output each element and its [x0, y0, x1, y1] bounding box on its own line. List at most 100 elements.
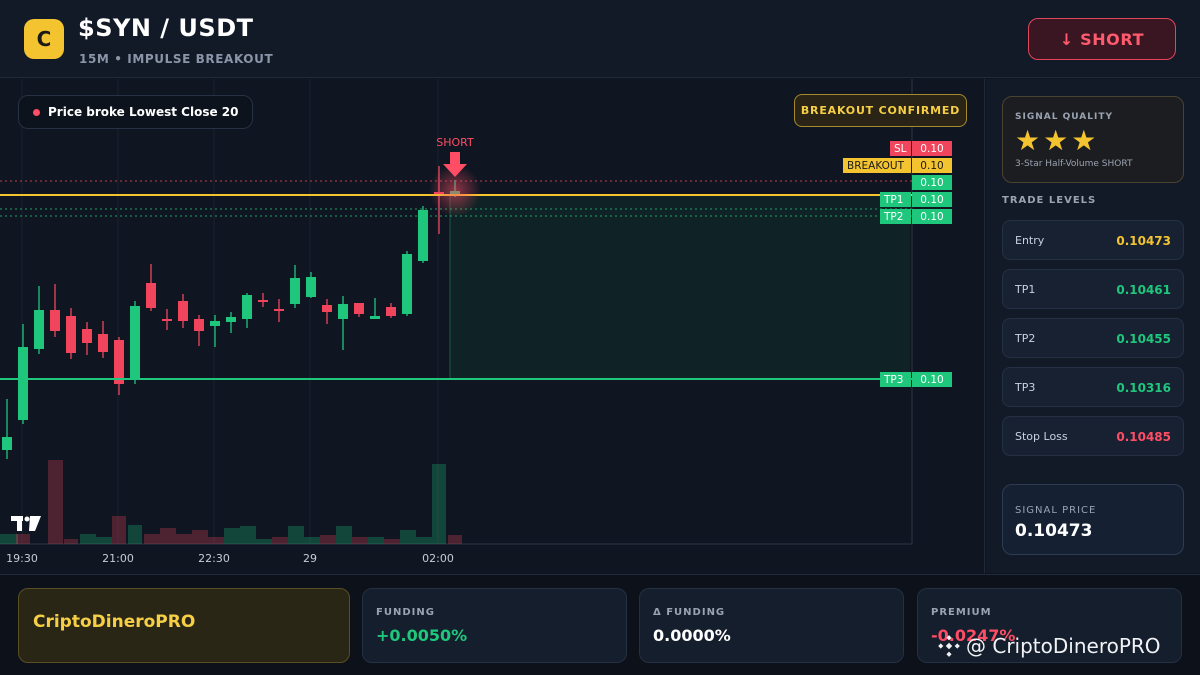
watermark-text: @ CriptoDineroPRO — [966, 634, 1161, 658]
level-name: TP3 — [1015, 381, 1036, 394]
alert-dot-icon — [33, 108, 40, 116]
signal-price-label: SIGNAL PRICE — [1015, 505, 1097, 516]
volume-bar — [80, 534, 96, 544]
signal-quality-label: SIGNAL QUALITY — [1015, 112, 1113, 122]
signal-panel: SIGNAL QUALITY ★★★ 3-Star Half-Volume SH… — [986, 79, 1200, 573]
volume-bar — [256, 539, 272, 544]
time-label: 02:00 — [422, 552, 454, 565]
level-row-tp2: TP2 0.10455 — [1002, 318, 1184, 358]
pair-title: $SYN / USDT — [78, 14, 254, 42]
volume-bar — [448, 535, 462, 544]
time-label: 22:30 — [198, 552, 230, 565]
bull-candle — [402, 254, 412, 314]
volume-bar — [208, 537, 224, 544]
level-name: TP1 — [1015, 283, 1036, 296]
level-value: 0.10485 — [1116, 430, 1171, 444]
time-label: 21:00 — [102, 552, 134, 565]
short-marker: SHORT — [429, 136, 481, 217]
level-row-tp3: TP3 0.10316 — [1002, 367, 1184, 407]
binance-icon — [938, 635, 960, 657]
level-value: 0.10455 — [1116, 332, 1171, 346]
bull-candle — [418, 210, 428, 261]
volume-bar — [192, 530, 208, 544]
signal-quality-desc: 3-Star Half-Volume SHORT — [1015, 159, 1133, 169]
bull-candle — [242, 295, 252, 319]
level-row-tp1: TP1 0.10461 — [1002, 269, 1184, 309]
stat-value: 0.0000% — [653, 626, 731, 645]
short-marker-label: SHORT — [436, 136, 474, 149]
delta-funding-card: Δ FUNDING 0.0000% — [639, 588, 904, 663]
volume-bar — [272, 537, 288, 544]
bear-candle — [322, 305, 332, 312]
volume-bar — [48, 460, 63, 544]
stat-label: PREMIUM — [931, 607, 992, 618]
volume-bar — [160, 528, 176, 544]
level-tag-label: TP1 — [883, 194, 903, 206]
time-label: 19:30 — [6, 552, 38, 565]
bull-candle — [290, 278, 300, 304]
price-chart[interactable]: SHORT SL 0.10 BREAKOUT 0.10 0.10 TP1 0.10 TP2 0.… — [0, 79, 985, 573]
bear-candle — [82, 329, 92, 343]
price-tag-value: 0.10 — [920, 211, 943, 223]
signal-price-value: 0.10473 — [1015, 521, 1093, 541]
bull-candle — [306, 277, 316, 297]
chip-text: Price broke Lowest Close 20 — [48, 105, 239, 119]
bull-candle — [210, 321, 220, 326]
volume-bar — [128, 525, 142, 544]
bull-candle — [34, 310, 44, 349]
level-value: 0.10461 — [1116, 283, 1171, 297]
time-label: 29 — [303, 552, 317, 565]
level-row-stop-loss: Stop Loss 0.10485 — [1002, 416, 1184, 456]
level-name: Stop Loss — [1015, 430, 1068, 443]
bear-candle — [274, 309, 284, 311]
volume-bar — [336, 526, 352, 544]
funding-card: FUNDING +0.0050% — [362, 588, 627, 663]
bear-candle — [354, 303, 364, 314]
breakout-chip: Price broke Lowest Close 20 — [18, 95, 254, 129]
price-tag-value: 0.10 — [920, 160, 943, 172]
bear-candle — [114, 340, 124, 384]
candlestick-chart-svg[interactable]: SHORT SL 0.10 BREAKOUT 0.10 0.10 TP1 0.10 TP2 0.… — [0, 79, 985, 573]
volume-bar — [288, 526, 304, 544]
stat-label: Δ FUNDING — [653, 607, 726, 618]
level-tag-label: BREAKOUT — [847, 160, 905, 172]
bear-candle — [386, 307, 396, 316]
bull-candle — [226, 317, 236, 322]
bear-candle — [178, 301, 188, 321]
bear-candle — [194, 319, 204, 331]
volume-bar — [176, 534, 192, 544]
candles — [2, 166, 460, 459]
level-tag-label: TP3 — [883, 374, 903, 386]
watermark: @ CriptoDineroPRO — [938, 634, 1161, 658]
volume-bar — [416, 537, 432, 544]
trade-levels-title: TRADE LEVELS — [1002, 195, 1097, 206]
brand-card: CriptoDineroPRO — [18, 588, 350, 663]
time-axis: 19:30 21:00 22:30 29 02:00 — [6, 552, 454, 565]
volume-bar — [224, 528, 240, 544]
volume-bar — [320, 535, 336, 544]
short-button[interactable]: ↓ SHORT — [1028, 18, 1176, 60]
bull-candle — [2, 437, 12, 450]
stat-value: +0.0050% — [376, 626, 468, 645]
bear-candle — [258, 300, 268, 302]
bear-candle — [146, 283, 156, 308]
bear-candle — [66, 316, 76, 353]
volume-bar — [384, 539, 400, 544]
volume-bar — [304, 537, 320, 544]
volume-bar — [400, 530, 416, 544]
volume-bar — [368, 537, 384, 544]
price-tag-value: 0.10 — [920, 177, 943, 189]
volume-bar — [144, 534, 160, 544]
timeframe-subtitle: 15M • IMPULSE BREAKOUT — [79, 52, 274, 66]
bull-candle — [338, 304, 348, 319]
volume-bars — [0, 460, 462, 544]
volume-bar — [112, 516, 126, 544]
bull-candle — [370, 316, 380, 319]
price-tag-value: 0.10 — [920, 194, 943, 206]
level-value: 0.10473 — [1116, 234, 1171, 248]
bear-candle — [98, 334, 108, 352]
coin-logo: C — [24, 19, 64, 59]
volume-bar — [96, 537, 112, 544]
tp-zone — [449, 195, 910, 378]
bear-candle — [162, 319, 172, 321]
